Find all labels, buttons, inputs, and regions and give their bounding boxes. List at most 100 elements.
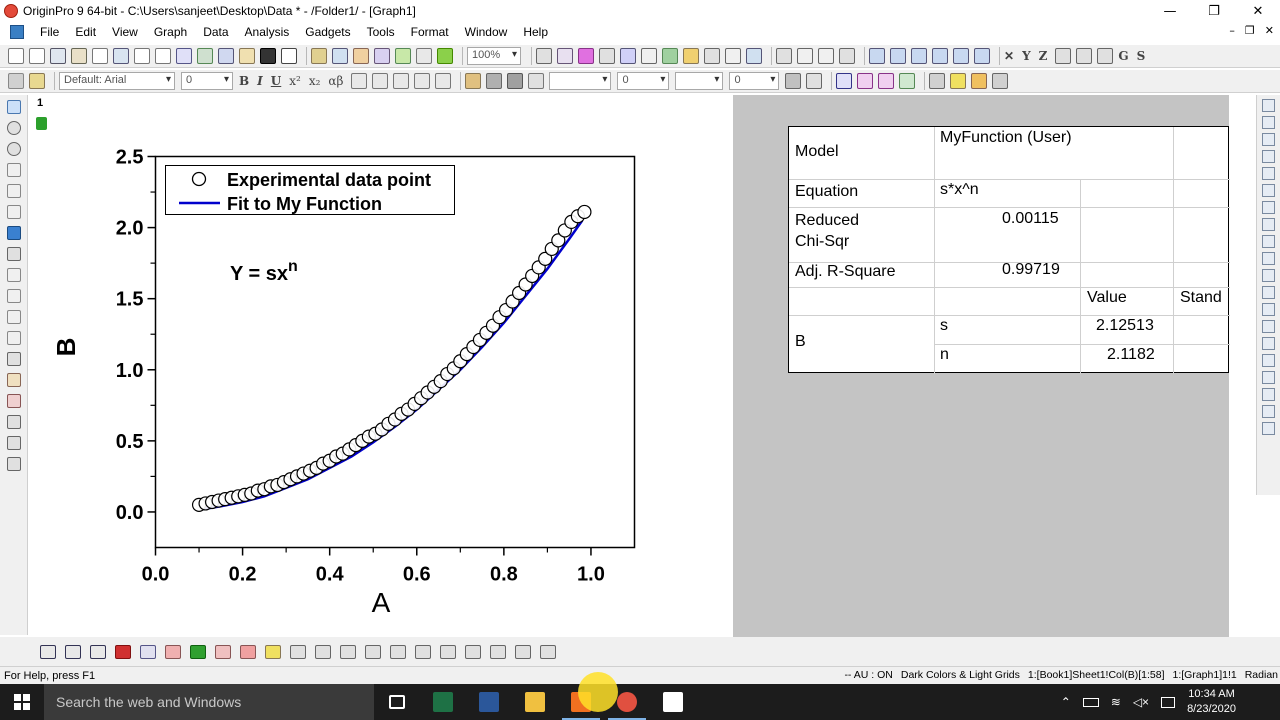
pattern-icon[interactable] [486, 73, 503, 89]
text-tool-icon[interactable] [6, 289, 21, 303]
menu-analysis[interactable]: Analysis [237, 25, 298, 39]
filter-icon[interactable] [953, 48, 969, 64]
font-size-combo[interactable]: 0 [181, 72, 233, 90]
add-column-icon[interactable] [776, 48, 792, 64]
graph-window-icon[interactable] [10, 25, 24, 39]
wifi-icon[interactable]: ≋ [1111, 695, 1121, 709]
import-icon[interactable] [311, 48, 327, 64]
mdi-close-button[interactable]: ✕ [1265, 24, 1274, 37]
add-bottom-x-icon[interactable] [1262, 133, 1275, 146]
bring-front-icon[interactable] [950, 73, 967, 89]
layer-tool-icon[interactable] [1262, 99, 1275, 112]
set-column-values-icon[interactable] [839, 48, 855, 64]
merge-icon[interactable] [836, 73, 853, 89]
line-tool-icon[interactable] [6, 331, 21, 345]
zoom-out-icon[interactable] [6, 142, 21, 156]
close-button[interactable]: ✕ [1236, 0, 1280, 22]
set-as-label-icon[interactable] [1076, 48, 1093, 64]
add-legend-icon[interactable] [1262, 286, 1275, 299]
refresh-icon[interactable] [437, 48, 453, 64]
add-color-scale-icon[interactable] [1262, 269, 1275, 282]
menu-format[interactable]: Format [403, 25, 457, 39]
equation-label[interactable]: Y = sxn [230, 258, 298, 285]
decrease-font-icon[interactable] [372, 73, 389, 89]
data-selector-icon[interactable] [6, 184, 21, 198]
object-manager-icon[interactable] [746, 48, 762, 64]
new-workbook-icon[interactable] [29, 48, 45, 64]
minimize-button[interactable]: — [1148, 0, 1192, 22]
add-right-y-icon[interactable] [1262, 150, 1275, 163]
waterfall-icon[interactable] [465, 645, 481, 659]
menu-window[interactable]: Window [457, 25, 516, 39]
clear-filter-icon[interactable] [974, 48, 990, 64]
excel-taskbar-button[interactable] [420, 684, 466, 720]
insert-image-icon[interactable] [6, 457, 21, 471]
rescale-icon[interactable] [1262, 371, 1275, 384]
import-wizard-icon[interactable] [353, 48, 369, 64]
set-as-y-icon[interactable]: Y [1022, 49, 1031, 63]
greek-button[interactable]: αβ [328, 74, 343, 88]
zoom-in-icon[interactable] [6, 121, 21, 135]
add-top-x-icon[interactable] [1262, 167, 1275, 180]
file-explorer-taskbar-button[interactable] [512, 684, 558, 720]
photos-taskbar-button[interactable] [650, 684, 696, 720]
set-as-z-icon[interactable]: Z [1039, 49, 1048, 63]
copy-page-icon[interactable] [557, 48, 573, 64]
column-plot-icon[interactable] [115, 645, 131, 659]
template-library-icon[interactable] [265, 645, 281, 659]
open-template-icon[interactable] [218, 48, 234, 64]
merge-graphs-icon[interactable] [1262, 218, 1275, 231]
sort-icon[interactable] [797, 48, 813, 64]
new-layout-icon[interactable] [134, 48, 150, 64]
data-reader-icon[interactable] [6, 205, 21, 219]
set-as-subject-icon[interactable]: S [1137, 49, 1146, 63]
start-button[interactable] [0, 684, 44, 720]
set-as-error-icon[interactable] [1055, 48, 1072, 64]
menu-graph[interactable]: Graph [146, 25, 195, 39]
add-table-icon[interactable] [1262, 337, 1275, 350]
ternary-icon[interactable] [390, 645, 406, 659]
line-width-combo[interactable]: 0 [617, 72, 670, 90]
new-graph-icon[interactable] [92, 48, 108, 64]
area-plot-icon[interactable] [190, 645, 206, 659]
paste-icon[interactable] [29, 73, 45, 89]
taskbar-clock[interactable]: 10:34 AM 8/23/2020 [1187, 687, 1236, 717]
project-explorer-icon[interactable] [662, 48, 678, 64]
results-log-icon[interactable] [599, 48, 615, 64]
import-ascii-icon[interactable] [332, 48, 348, 64]
line-style-combo[interactable] [549, 72, 612, 90]
draw-data-icon[interactable] [6, 226, 21, 240]
border-width-combo[interactable]: 0 [729, 72, 780, 90]
mdi-minimize-button[interactable]: – [1229, 24, 1235, 37]
align-center-icon[interactable] [414, 73, 431, 89]
align-left-icon[interactable] [393, 73, 410, 89]
swap-layers-icon[interactable] [857, 73, 874, 89]
new-notes-icon[interactable] [155, 48, 171, 64]
rectangle-tool-icon[interactable] [6, 352, 21, 366]
statistics-icon[interactable] [818, 48, 834, 64]
set-as-x-icon[interactable]: ✕ [1004, 49, 1014, 63]
set-as-group-icon[interactable]: G [1118, 49, 1128, 63]
save-icon[interactable] [260, 48, 276, 64]
notification-icon[interactable] [1161, 696, 1176, 708]
menu-data[interactable]: Data [195, 25, 236, 39]
menu-gadgets[interactable]: Gadgets [297, 25, 358, 39]
menu-file[interactable]: File [32, 25, 67, 39]
send-back-icon[interactable] [971, 73, 988, 89]
menu-tools[interactable]: Tools [359, 25, 403, 39]
subscript-button[interactable]: x₂ [309, 74, 321, 88]
polar-plot-icon[interactable] [215, 645, 231, 659]
vector-plot-icon[interactable] [490, 645, 506, 659]
legend[interactable]: Experimental data point Fit to My Functi… [165, 165, 455, 215]
line-symbol-plot-icon[interactable] [90, 645, 106, 659]
set-as-disregard-icon[interactable] [1097, 48, 1114, 64]
bar-plot-icon[interactable] [890, 48, 906, 64]
pointer-icon[interactable] [6, 100, 21, 114]
group-objects-icon[interactable] [929, 73, 946, 89]
insert-graph-icon[interactable] [6, 394, 21, 408]
multi-panel-icon[interactable] [140, 645, 156, 659]
code-builder-icon[interactable] [620, 48, 636, 64]
zoom-combo[interactable]: 100% [467, 47, 521, 65]
task-view-button[interactable] [374, 684, 420, 720]
extract-layers-icon[interactable] [1262, 235, 1275, 248]
